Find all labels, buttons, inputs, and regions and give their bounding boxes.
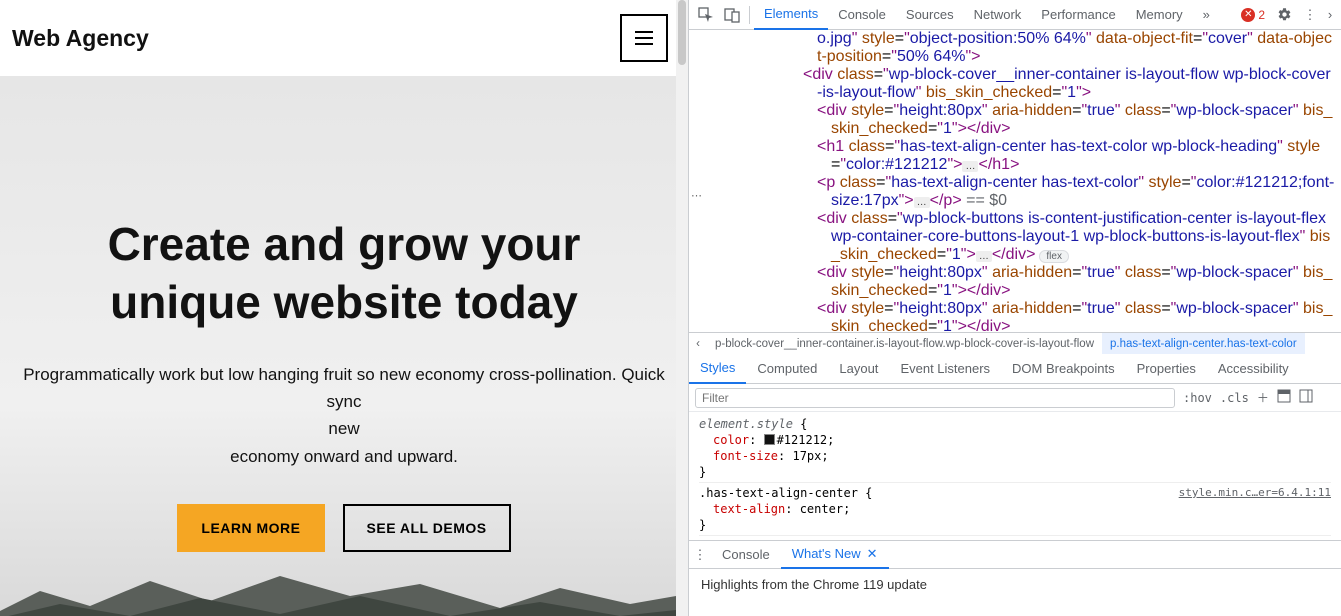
styles-toolbar: :hov .cls ＋ xyxy=(689,384,1341,412)
divider xyxy=(749,6,750,24)
chevron-right-icon[interactable]: › xyxy=(1323,2,1337,28)
rule-source-link-2[interactable]: style-main-…ver=3.7.4:1 xyxy=(1179,538,1331,540)
cls-toggle[interactable]: .cls xyxy=(1220,391,1249,405)
kebab-menu-icon[interactable]: ⋮ xyxy=(1297,2,1323,28)
breadcrumb-item-container[interactable]: p-block-cover__inner-container.is-layout… xyxy=(707,333,1102,355)
hov-toggle[interactable]: :hov xyxy=(1183,391,1212,405)
hero-section: Create and grow your unique website toda… xyxy=(0,76,688,616)
drawer-tab-console[interactable]: Console xyxy=(711,541,781,569)
error-count: 2 xyxy=(1258,8,1265,22)
hero-heading: Create and grow your unique website toda… xyxy=(0,216,688,331)
breadcrumb-left-icon[interactable]: ‹ xyxy=(689,338,707,350)
hero-p-line2: new xyxy=(328,419,359,438)
site-header: Web Agency xyxy=(0,0,688,76)
hero-heading-line1: Create and grow your xyxy=(108,218,581,270)
error-icon: ✕ xyxy=(1241,8,1255,22)
flex-badge[interactable]: flex xyxy=(1039,250,1069,263)
styles-tab-properties[interactable]: Properties xyxy=(1126,354,1207,384)
styles-filter-input[interactable] xyxy=(695,388,1175,408)
drawer-tabs: ⋮ Console What's New ✕ xyxy=(689,541,1341,569)
tab-console[interactable]: Console xyxy=(828,0,896,30)
rule-source-link[interactable]: style.min.c…er=6.4.1:11 xyxy=(1179,485,1331,501)
dom-node-buttons[interactable]: ▸<div class="wp-block-buttons is-content… xyxy=(697,210,1341,264)
styles-tab-accessibility[interactable]: Accessibility xyxy=(1207,354,1300,384)
website-viewport: Web Agency Create and grow your unique w… xyxy=(0,0,688,616)
hero-p-line1: Programmatically work but low hanging fr… xyxy=(23,365,665,411)
scrollbar-thumb[interactable] xyxy=(678,0,686,65)
color-swatch-icon[interactable] xyxy=(764,434,775,445)
dom-node-img[interactable]: o.jpg" style="object-position:50% 64%" d… xyxy=(697,30,1341,66)
hero-paragraph: Programmatically work but low hanging fr… xyxy=(0,361,688,470)
hero-background-mountains xyxy=(0,566,676,616)
prop-fontsize-name: font-size xyxy=(713,449,778,463)
drawer-body: Highlights from the Chrome 119 update xyxy=(689,569,1341,600)
learn-more-button[interactable]: LEARN MORE xyxy=(177,504,324,552)
styles-tab-styles[interactable]: Styles xyxy=(689,354,746,384)
tab-memory[interactable]: Memory xyxy=(1126,0,1193,30)
tab-elements[interactable]: Elements xyxy=(754,0,828,30)
breadcrumb: ‹ p-block-cover__inner-container.is-layo… xyxy=(689,332,1341,354)
rule-p[interactable]: style-main-…ver=3.7.4:1 p { xyxy=(699,538,1331,540)
tab-more[interactable]: » xyxy=(1193,0,1220,30)
see-all-demos-button[interactable]: SEE ALL DEMOS xyxy=(343,504,511,552)
rule-text-align-center[interactable]: style.min.c…er=6.4.1:11 .has-text-align-… xyxy=(699,485,1331,536)
new-style-rule-icon[interactable]: ＋ xyxy=(1257,389,1269,406)
page-scrollbar[interactable] xyxy=(676,0,688,616)
devtools-drawer: ⋮ Console What's New ✕ Highlights from th… xyxy=(689,540,1341,600)
elements-dom-tree[interactable]: ⋯ o.jpg" style="object-position:50% 64%"… xyxy=(689,30,1341,332)
drawer-tab-whatsnew-label: What's New xyxy=(792,546,861,561)
hero-p-line3: economy onward and upward. xyxy=(230,447,458,466)
dom-node-spacer1[interactable]: <div style="height:80px" aria-hidden="tr… xyxy=(697,102,1341,138)
close-icon[interactable]: ✕ xyxy=(867,546,878,562)
dom-node-spacer3[interactable]: <div style="height:80px" aria-hidden="tr… xyxy=(697,300,1341,332)
prop-textalign-value[interactable]: center xyxy=(800,502,843,516)
prop-textalign-name: text-align xyxy=(713,502,785,516)
inspect-element-icon[interactable] xyxy=(693,2,719,28)
layout-sidebar-icon[interactable] xyxy=(1299,389,1313,406)
dom-node-inner-container[interactable]: ▼<div class="wp-block-cover__inner-conta… xyxy=(697,66,1341,102)
drawer-kebab-icon[interactable]: ⋮ xyxy=(689,547,711,563)
styles-tab-computed[interactable]: Computed xyxy=(746,354,828,384)
prop-color-value[interactable]: #121212 xyxy=(777,433,828,447)
drawer-tab-whatsnew[interactable]: What's New ✕ xyxy=(781,541,889,569)
rule-element-style[interactable]: element.style { color: #121212; font-siz… xyxy=(699,416,1331,483)
hamburger-icon xyxy=(635,31,653,45)
prop-color-name: color xyxy=(713,433,749,447)
whatsnew-highlight: Highlights from the Chrome 119 update xyxy=(701,577,1329,592)
dom-node-p-selected[interactable]: ▸<p class="has-text-align-center has-tex… xyxy=(697,174,1341,210)
devtools-main-tabs: Elements Console Sources Network Perform… xyxy=(689,0,1341,30)
error-badge[interactable]: ✕2 xyxy=(1235,8,1271,22)
hero-heading-line2: unique website today xyxy=(110,276,578,328)
computed-styles-icon[interactable] xyxy=(1277,389,1291,406)
device-toolbar-icon[interactable] xyxy=(719,2,745,28)
styles-rules[interactable]: element.style { color: #121212; font-siz… xyxy=(689,412,1341,540)
site-logo[interactable]: Web Agency xyxy=(12,25,149,52)
hero-buttons: LEARN MORE SEE ALL DEMOS xyxy=(0,504,688,552)
tab-sources[interactable]: Sources xyxy=(896,0,964,30)
styles-tab-dom-breakpoints[interactable]: DOM Breakpoints xyxy=(1001,354,1126,384)
styles-pane-tabs: Styles Computed Layout Event Listeners D… xyxy=(689,354,1341,384)
tab-network[interactable]: Network xyxy=(964,0,1032,30)
hamburger-menu-button[interactable] xyxy=(620,14,668,62)
dom-node-spacer2[interactable]: <div style="height:80px" aria-hidden="tr… xyxy=(697,264,1341,300)
prop-fontsize-value[interactable]: 17px xyxy=(792,449,821,463)
styles-tab-event-listeners[interactable]: Event Listeners xyxy=(889,354,1001,384)
settings-gear-icon[interactable] xyxy=(1271,2,1297,28)
breadcrumb-item-selected[interactable]: p.has-text-align-center.has-text-color xyxy=(1102,333,1305,355)
dom-node-h1[interactable]: ▸<h1 class="has-text-align-center has-te… xyxy=(697,138,1341,174)
devtools-panel: Elements Console Sources Network Perform… xyxy=(688,0,1341,616)
styles-tab-layout[interactable]: Layout xyxy=(828,354,889,384)
tab-performance[interactable]: Performance xyxy=(1031,0,1125,30)
